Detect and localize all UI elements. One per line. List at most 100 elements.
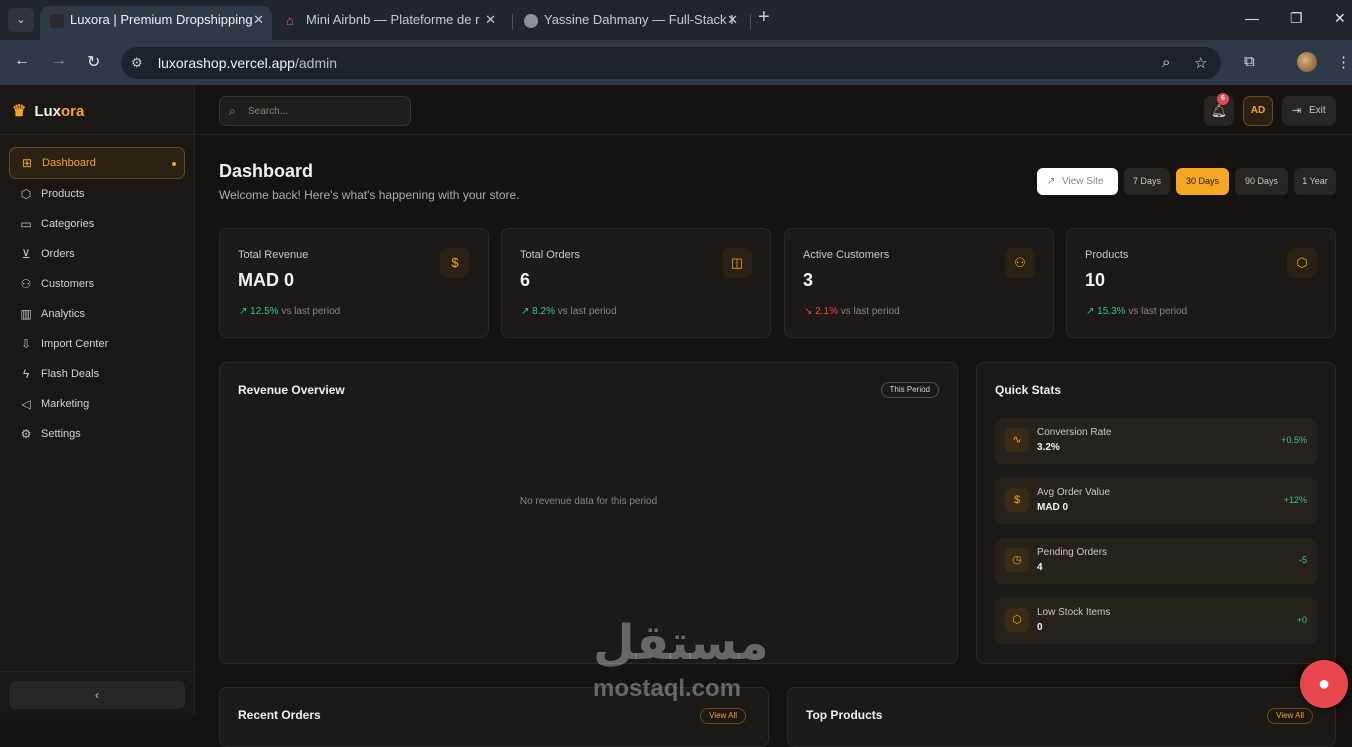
stat-value: 10	[1085, 270, 1106, 290]
browser-tab-luxora[interactable]: Luxora | Premium Dropshipping ✕	[40, 6, 272, 40]
sidebar-item-import-center[interactable]: ⇩ Import Center	[9, 329, 185, 359]
minimize-window-icon[interactable]: —	[1245, 10, 1259, 26]
view-all-orders-link[interactable]: View All	[700, 708, 746, 724]
empty-state-text: No revenue data for this period	[519, 496, 658, 507]
logout-icon: ⇥	[1292, 105, 1302, 117]
users-icon: ⚇	[20, 277, 32, 291]
bookmark-star-icon[interactable]: ☆	[1194, 54, 1207, 72]
quick-stat-value: 3.2%	[1037, 442, 1060, 453]
browser-menu-icon[interactable]: ⋮	[1336, 53, 1351, 71]
quick-stat-label: Low Stock Items	[1037, 607, 1111, 618]
quick-stat-value: 0	[1037, 622, 1043, 633]
stat-label: Active Customers	[803, 249, 890, 261]
sidebar-item-label: Flash Deals	[41, 368, 100, 380]
back-arrow-icon[interactable]: ←	[14, 52, 30, 70]
stat-card-active-customers: Active Customers 3 ⚇ ↘ 2.1% vs last peri…	[784, 228, 1054, 338]
profile-avatar[interactable]	[1297, 52, 1317, 72]
browser-tab-airbnb[interactable]: ⌂ Mini Airbnb — Plateforme de r ✕	[276, 6, 504, 40]
sidebar-item-label: Marketing	[41, 398, 90, 410]
view-site-button[interactable]: ↗ View Site	[1037, 168, 1118, 195]
new-tab-button[interactable]: +	[758, 6, 770, 29]
close-window-icon[interactable]: ✕	[1334, 10, 1346, 27]
period-1-year-button[interactable]: 1 Year	[1294, 168, 1336, 195]
cart-icon: ⊻	[21, 247, 31, 261]
sidebar-item-customers[interactable]: ⚇ Customers	[9, 269, 185, 299]
sidebar-item-categories[interactable]: ▭ Categories	[9, 209, 185, 239]
close-tab-icon[interactable]: ✕	[485, 6, 496, 34]
watermark-arabic: مستقل	[593, 615, 769, 671]
view-all-products-link[interactable]: View All	[1267, 708, 1313, 724]
search-input[interactable]	[248, 103, 398, 119]
site-settings-icon[interactable]: ⚙	[131, 55, 143, 71]
stat-change: ↗ 15.3% vs last period	[1086, 306, 1188, 317]
sidebar-item-dashboard[interactable]: ⊞ Dashboard	[9, 147, 185, 179]
quick-stat-avg-order-value: $ Avg Order Value MAD 0 +12%	[995, 478, 1317, 524]
quick-stat-change: +0	[1296, 615, 1307, 625]
users-icon: ⚇	[1005, 248, 1035, 278]
brand-name-suffix: ora	[61, 103, 85, 120]
quick-stat-value: 4	[1037, 562, 1043, 573]
sidebar-item-settings[interactable]: ⚙ Settings	[9, 419, 185, 449]
admin-app: ♛ Luxora ⊞ Dashboard ⬡ Products ▭ Categor…	[0, 85, 1352, 747]
brand-name-prefix: Lux	[34, 103, 62, 120]
portfolio-favicon-icon	[524, 14, 538, 28]
trend-up-icon: ↗	[239, 306, 251, 317]
stat-value: 3	[803, 270, 814, 290]
stat-card-total-orders: Total Orders 6 ◫ ↗ 8.2% vs last period	[501, 228, 771, 338]
sidebar-item-label: Import Center	[41, 338, 109, 350]
gear-icon: ⚙	[20, 427, 32, 441]
quick-stat-value: MAD 0	[1037, 502, 1069, 513]
collapse-sidebar-button[interactable]: ‹	[9, 681, 185, 709]
url-text: luxorashop.vercel.app/admin	[158, 55, 338, 71]
tab-search-button[interactable]: ⌄	[8, 8, 34, 32]
quick-stat-low-stock-items: ⬡ Low Stock Items 0 +0	[995, 598, 1317, 644]
sidebar-item-marketing[interactable]: ◁ Marketing	[9, 389, 185, 419]
sidebar-item-orders[interactable]: ⊻ Orders	[9, 239, 185, 269]
watermark-latin: mostaql.com	[593, 675, 742, 702]
exit-button[interactable]: ⇥ Exit	[1282, 96, 1336, 126]
period-90-days-button[interactable]: 90 Days	[1235, 168, 1288, 195]
divider	[0, 671, 195, 672]
reload-icon[interactable]: ↻	[87, 52, 100, 72]
trend-up-icon: ↗	[1086, 306, 1098, 317]
user-avatar[interactable]: AD	[1243, 96, 1273, 126]
quick-stat-change: -5	[1298, 555, 1307, 565]
period-7-days-button[interactable]: 7 Days	[1124, 168, 1170, 195]
forward-arrow-icon[interactable]: →	[51, 52, 67, 70]
stat-card-total-revenue: Total Revenue MAD 0 $ ↗ 12.5% vs last pe…	[219, 228, 489, 338]
period-30-days-button[interactable]: 30 Days	[1176, 168, 1229, 195]
panel-title: Top Products	[806, 708, 883, 722]
crown-icon: ♛	[12, 103, 27, 120]
page-subtitle: Welcome back! Here's what's happening wi…	[219, 188, 520, 202]
tab-divider	[750, 14, 751, 30]
sidebar-item-products[interactable]: ⬡ Products	[9, 179, 185, 209]
stat-label: Products	[1085, 249, 1129, 261]
panel-title: Revenue Overview	[238, 383, 345, 397]
sidebar-item-analytics[interactable]: ▥ Analytics	[9, 299, 185, 329]
url-field[interactable]: ⚙ luxorashop.vercel.app/admin ⌕ ☆	[121, 47, 1221, 79]
maximize-window-icon[interactable]: ❐	[1290, 10, 1303, 27]
close-tab-icon[interactable]: ✕	[727, 6, 738, 34]
search-box: ⌕	[219, 96, 411, 126]
chevron-left-icon: ‹	[95, 688, 99, 702]
sidebar-item-label: Categories	[41, 218, 95, 230]
divider	[0, 134, 195, 135]
chat-button[interactable]: ●	[1300, 660, 1348, 708]
sidebar-item-label: Customers	[41, 278, 95, 290]
browser-tab-portfolio[interactable]: Yassine Dahmany — Full-Stack I ✕	[514, 6, 746, 40]
sidebar-item-flash-deals[interactable]: ϟ Flash Deals	[9, 359, 185, 389]
stat-card-products: Products 10 ⬡ ↗ 15.3% vs last period	[1066, 228, 1336, 338]
extensions-icon[interactable]: ⧉	[1244, 53, 1255, 70]
tab-title: Luxora | Premium Dropshipping	[70, 12, 253, 27]
quick-stat-label: Pending Orders	[1037, 547, 1108, 558]
zoom-icon[interactable]: ⌕	[1162, 54, 1170, 71]
browser-address-bar: ← → ↻ ⚙ luxorashop.vercel.app/admin ⌕ ☆ …	[0, 40, 1352, 85]
brand-logo[interactable]: ♛ Luxora	[12, 101, 84, 121]
notification-count-badge: 6	[1217, 93, 1229, 105]
top-bar: ⌕ 🔔︎ 6 AD ⇥ Exit	[196, 85, 1352, 135]
close-tab-icon[interactable]: ✕	[253, 6, 264, 34]
sidebar: ♛ Luxora ⊞ Dashboard ⬡ Products ▭ Categor…	[0, 85, 195, 715]
panel-title: Recent Orders	[238, 708, 321, 722]
trend-up-icon: ↗	[521, 306, 533, 317]
airbnb-favicon-icon: ⌂	[286, 13, 294, 28]
